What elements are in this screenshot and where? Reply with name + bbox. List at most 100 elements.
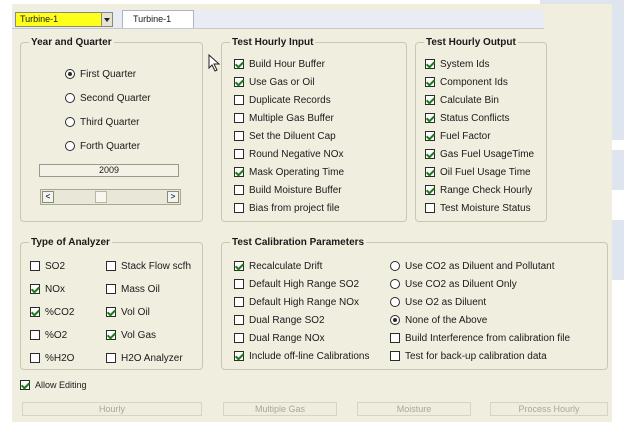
checkbox-indicator[interactable] xyxy=(234,333,244,343)
checkbox-option[interactable]: %H2O xyxy=(30,352,74,364)
checkbox-option[interactable]: Dual Range SO2 xyxy=(234,314,325,326)
checkbox-option[interactable]: Test Moisture Status xyxy=(425,202,531,214)
radio-indicator[interactable] xyxy=(65,141,75,151)
process-hourly-button[interactable]: Process Hourly xyxy=(490,402,608,416)
checkbox-indicator[interactable] xyxy=(234,131,244,141)
checkbox-indicator[interactable] xyxy=(234,297,244,307)
checkbox-option[interactable]: %CO2 xyxy=(30,306,74,318)
year-slider[interactable]: < > xyxy=(40,189,181,205)
checkbox-option[interactable]: Recalculate Drift xyxy=(234,260,322,272)
checkbox-indicator[interactable] xyxy=(106,353,116,363)
checkbox-option[interactable]: Set the Diluent Cap xyxy=(234,130,336,142)
checkbox-indicator[interactable] xyxy=(425,95,435,105)
checkbox-indicator[interactable] xyxy=(425,131,435,141)
tab-turbine[interactable]: Turbine-1 xyxy=(122,10,194,28)
left-arrow-button[interactable]: < xyxy=(42,191,54,203)
checkbox-option[interactable]: Build Interference from calibration file xyxy=(390,332,570,344)
checkbox-option[interactable]: Bias from project file xyxy=(234,202,340,214)
checkbox-indicator[interactable] xyxy=(234,113,244,123)
checkbox-indicator[interactable] xyxy=(30,330,40,340)
checkbox-indicator[interactable] xyxy=(234,315,244,325)
checkbox-indicator[interactable] xyxy=(425,113,435,123)
checkbox-option[interactable]: H2O Analyzer xyxy=(106,352,183,364)
checkbox-indicator[interactable] xyxy=(390,333,400,343)
checkbox-indicator[interactable] xyxy=(425,185,435,195)
radio-indicator[interactable] xyxy=(390,279,400,289)
checkbox-indicator[interactable] xyxy=(425,167,435,177)
radio-first-quarter[interactable]: First Quarter xyxy=(65,68,136,80)
checkbox-indicator[interactable] xyxy=(425,203,435,213)
checkbox-indicator[interactable] xyxy=(234,279,244,289)
checkbox-indicator[interactable] xyxy=(30,353,40,363)
checkbox-option[interactable]: Mask Operating Time xyxy=(234,166,344,178)
radio-indicator[interactable] xyxy=(65,69,75,79)
checkbox-indicator[interactable] xyxy=(106,261,116,271)
checkbox-option[interactable]: Duplicate Records xyxy=(234,94,331,106)
checkbox-indicator[interactable] xyxy=(30,307,40,317)
checkbox-indicator[interactable] xyxy=(425,59,435,69)
checkbox-option[interactable]: Vol Gas xyxy=(106,329,156,341)
radio-option[interactable]: Use O2 as Diluent xyxy=(390,296,486,308)
right-arrow-button[interactable]: > xyxy=(167,191,179,203)
checkbox-option[interactable]: %O2 xyxy=(30,329,67,341)
checkbox-option[interactable]: Test for back-up calibration data xyxy=(390,350,547,362)
checkbox-indicator[interactable] xyxy=(234,203,244,213)
checkbox-option[interactable]: Mass Oil xyxy=(106,283,160,295)
multiple-gas-button[interactable]: Multiple Gas xyxy=(223,402,337,416)
checkbox-option[interactable]: Use Gas or Oil xyxy=(234,76,315,88)
checkbox-option[interactable]: Build Hour Buffer xyxy=(234,58,325,70)
checkbox-indicator[interactable] xyxy=(390,351,400,361)
checkbox-option[interactable]: Include off-line Calibrations xyxy=(234,350,369,362)
checkbox-indicator[interactable] xyxy=(106,307,116,317)
checkbox-option[interactable]: Default High Range NOx xyxy=(234,296,359,308)
checkbox-option[interactable]: SO2 xyxy=(30,260,65,272)
radio-indicator[interactable] xyxy=(65,93,75,103)
hourly-button[interactable]: Hourly xyxy=(22,402,202,416)
slider-thumb[interactable] xyxy=(95,191,107,203)
radio-indicator[interactable] xyxy=(390,315,400,325)
checkbox-indicator[interactable] xyxy=(106,284,116,294)
checkbox-option[interactable]: Oil Fuel Usage Time xyxy=(425,166,531,178)
checkbox-indicator[interactable] xyxy=(234,261,244,271)
radio-forth-quarter[interactable]: Forth Quarter xyxy=(65,140,140,152)
checkbox-indicator[interactable] xyxy=(234,77,244,87)
moisture-button[interactable]: Moisture xyxy=(357,402,471,416)
checkbox-option[interactable]: Build Moisture Buffer xyxy=(234,184,342,196)
checkbox-option[interactable]: Vol Oil xyxy=(106,306,150,318)
chevron-down-icon[interactable] xyxy=(101,12,113,27)
checkbox-indicator[interactable] xyxy=(30,284,40,294)
checkbox-option[interactable]: Dual Range NOx xyxy=(234,332,325,344)
checkbox-indicator[interactable] xyxy=(234,185,244,195)
radio-indicator[interactable] xyxy=(65,117,75,127)
checkbox-option[interactable]: Multiple Gas Buffer xyxy=(234,112,334,124)
checkbox-indicator[interactable] xyxy=(234,167,244,177)
checkbox-indicator[interactable] xyxy=(425,149,435,159)
radio-indicator[interactable] xyxy=(390,261,400,271)
checkbox-option[interactable]: Stack Flow scfh xyxy=(106,260,191,272)
checkbox-option[interactable]: Calculate Bin xyxy=(425,94,499,106)
allow-editing-checkbox[interactable]: Allow Editing xyxy=(20,379,87,391)
checkbox-option[interactable]: Default High Range SO2 xyxy=(234,278,359,290)
checkbox-indicator[interactable] xyxy=(106,330,116,340)
checkbox-indicator[interactable] xyxy=(20,380,30,390)
checkbox-indicator[interactable] xyxy=(234,149,244,159)
checkbox-option[interactable]: Gas Fuel UsageTime xyxy=(425,148,534,160)
radio-second-quarter[interactable]: Second Quarter xyxy=(65,92,151,104)
checkbox-option[interactable]: Component Ids xyxy=(425,76,508,88)
checkbox-option[interactable]: Range Check Hourly xyxy=(425,184,532,196)
checkbox-indicator[interactable] xyxy=(234,351,244,361)
checkbox-option[interactable]: Fuel Factor xyxy=(425,130,491,142)
checkbox-indicator[interactable] xyxy=(30,261,40,271)
radio-option[interactable]: Use CO2 as Diluent and Pollutant xyxy=(390,260,555,272)
checkbox-option[interactable]: NOx xyxy=(30,283,65,295)
turbine-select[interactable]: Turbine-1 xyxy=(15,12,113,27)
radio-option[interactable]: Use CO2 as Diluent Only xyxy=(390,278,517,290)
checkbox-indicator[interactable] xyxy=(425,77,435,87)
radio-indicator[interactable] xyxy=(390,297,400,307)
checkbox-indicator[interactable] xyxy=(234,95,244,105)
radio-option[interactable]: None of the Above xyxy=(390,314,487,326)
checkbox-indicator[interactable] xyxy=(234,59,244,69)
checkbox-option[interactable]: Status Conflicts xyxy=(425,112,509,124)
radio-third-quarter[interactable]: Third Quarter xyxy=(65,116,139,128)
checkbox-option[interactable]: Round Negative NOx xyxy=(234,148,344,160)
